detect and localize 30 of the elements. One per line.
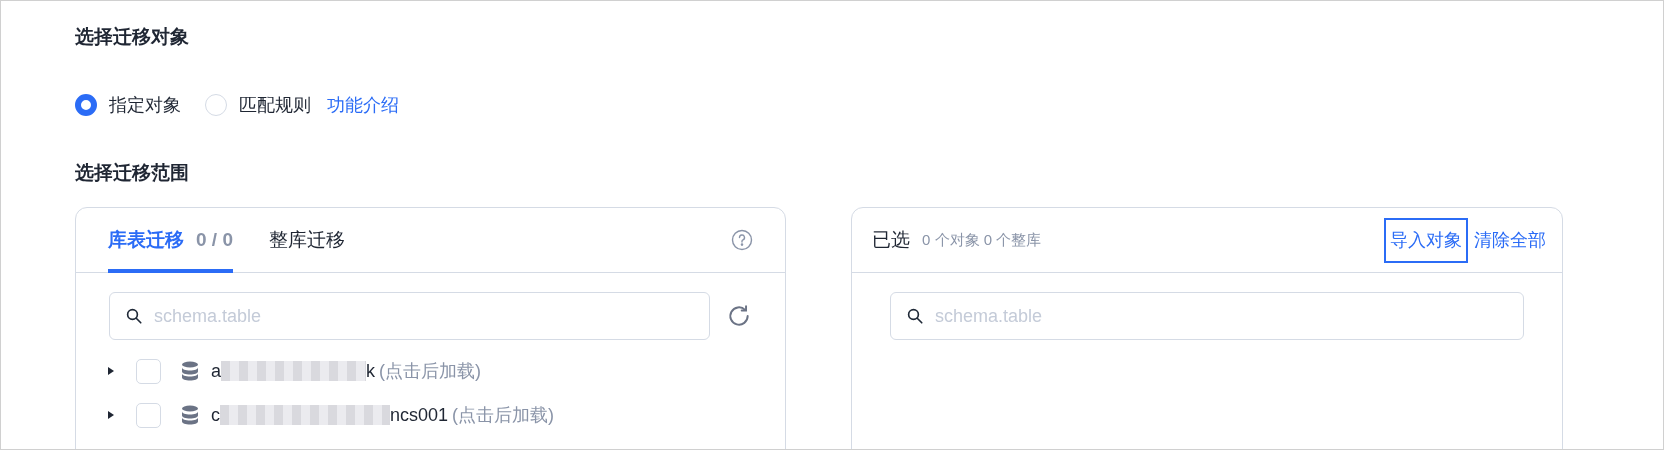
action-link[interactable]: 清除全部 bbox=[1468, 217, 1552, 263]
database-name: c bbox=[211, 403, 220, 427]
panel-title: 已选 bbox=[872, 227, 910, 252]
search-icon bbox=[906, 307, 924, 325]
section-heading: 选择迁移范围 bbox=[75, 161, 190, 185]
search-field[interactable]: schema.table bbox=[109, 292, 710, 340]
radio-button[interactable] bbox=[75, 94, 97, 116]
search-icon bbox=[125, 307, 143, 325]
database-name: a bbox=[211, 359, 221, 383]
database-name: k bbox=[366, 359, 375, 383]
refresh-icon[interactable] bbox=[726, 303, 752, 329]
tab[interactable]: 整库迁移 bbox=[269, 207, 345, 273]
tab[interactable]: 库表迁移 0 / 0 bbox=[108, 207, 233, 273]
load-hint: (点击后加载) bbox=[452, 403, 555, 427]
expand-caret-icon[interactable] bbox=[106, 410, 116, 420]
action-link[interactable]: 导入对象 bbox=[1384, 217, 1468, 263]
help-icon[interactable] bbox=[731, 229, 753, 251]
checkbox[interactable] bbox=[136, 358, 161, 384]
selection-summary: 0 个对象 0 个整库 bbox=[922, 229, 1042, 250]
section-heading: 选择迁移对象 bbox=[75, 25, 190, 49]
search-field[interactable]: schema.table bbox=[890, 292, 1524, 340]
database-icon bbox=[181, 405, 199, 425]
help-link[interactable]: 功能介绍 bbox=[327, 91, 399, 119]
database-name: ncs001 bbox=[390, 403, 449, 427]
radio-label[interactable]: 匹配规则 bbox=[239, 91, 311, 119]
database-icon bbox=[181, 361, 199, 381]
expand-caret-icon[interactable] bbox=[106, 366, 116, 376]
load-hint: (点击后加载) bbox=[379, 359, 481, 383]
checkbox[interactable] bbox=[136, 402, 161, 428]
radio-label[interactable]: 指定对象 bbox=[109, 91, 181, 119]
